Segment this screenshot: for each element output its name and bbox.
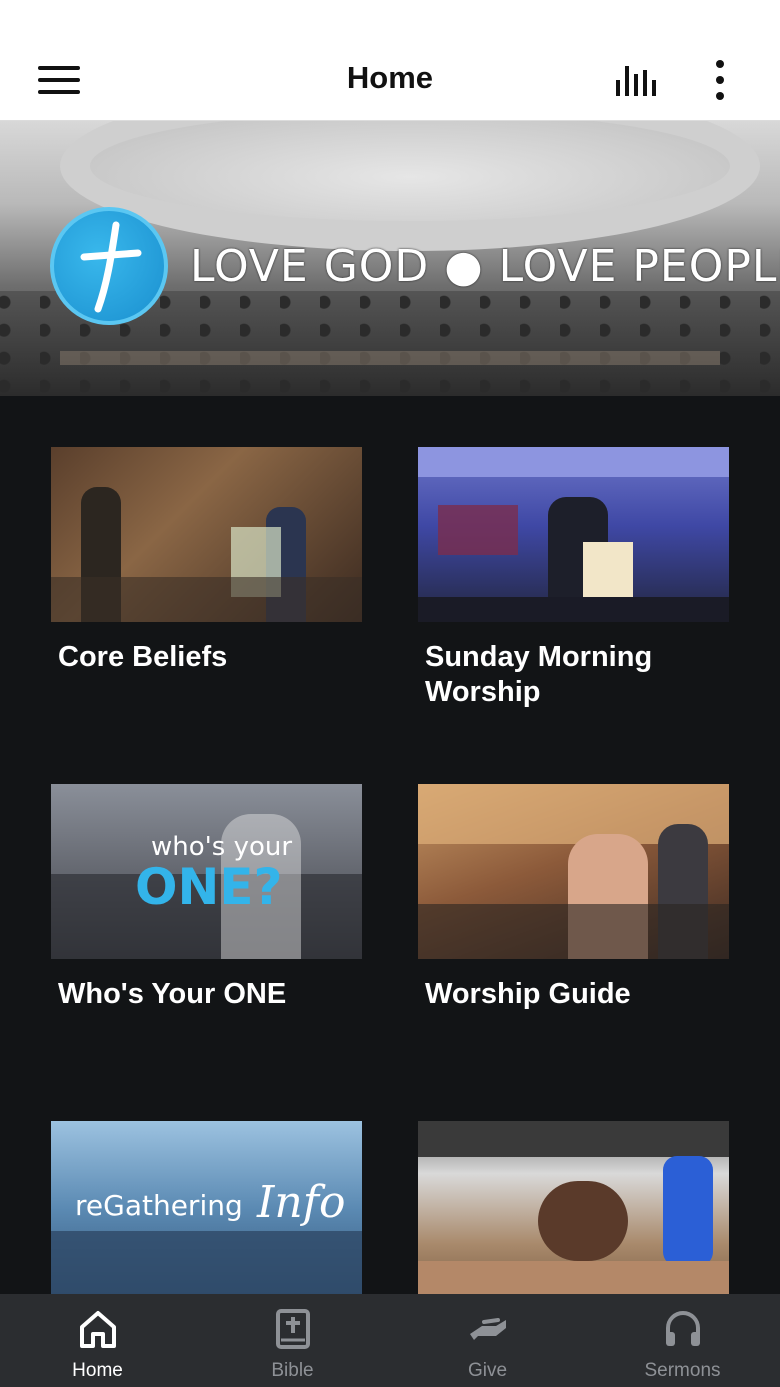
card-title: Who's Your ONE (58, 978, 287, 1010)
status-bar (0, 0, 780, 40)
card-image (418, 447, 729, 622)
app-bar: Home (0, 40, 780, 121)
tab-bible[interactable]: Bible (195, 1294, 390, 1387)
content-grid: Core Beliefs Sunday Morning Worship who'… (0, 396, 780, 1294)
card-image (51, 447, 362, 622)
equalizer-icon (616, 66, 656, 96)
thumb-overlay-text: reGathering (75, 1189, 243, 1222)
cross-icon (80, 221, 142, 313)
card-title: Core Beliefs (58, 641, 228, 673)
tab-give[interactable]: Give (390, 1294, 585, 1387)
hero-ceiling (60, 121, 760, 251)
card-image: who's your ONE? (51, 784, 362, 959)
card-image (418, 1121, 729, 1294)
hero-tagline: LOVE GOD ● LOVE PEOPLE (190, 241, 780, 292)
more-options-button[interactable] (702, 56, 738, 104)
card-image: reGathering Info (51, 1121, 362, 1294)
card-worship-guide[interactable]: Worship Guide (418, 784, 729, 1012)
church-logo (50, 207, 168, 325)
hero-banner[interactable]: LOVE GOD ● LOVE PEOPLE (0, 121, 780, 396)
card-whos-your-one[interactable]: who's your ONE? Who's Your ONE (51, 784, 362, 1012)
tab-label: Home (72, 1360, 123, 1381)
card-title: Worship Guide (425, 978, 631, 1010)
tab-label: Bible (271, 1360, 314, 1381)
more-vert-icon (716, 60, 724, 68)
tab-label: Give (467, 1360, 508, 1381)
card-regathering-info[interactable]: reGathering Info (51, 1121, 362, 1294)
card-image (418, 784, 729, 959)
thumb-overlay-text: ONE? (135, 858, 283, 916)
audio-player-button[interactable] (612, 60, 664, 102)
tab-home[interactable]: Home (0, 1294, 195, 1387)
home-icon (80, 1311, 116, 1348)
card-core-beliefs[interactable]: Core Beliefs (51, 447, 362, 675)
bottom-tab-bar: Home Bible Give Sermons (0, 1294, 780, 1387)
headphones-icon (666, 1311, 700, 1346)
card-sunday-morning-worship[interactable]: Sunday Morning Worship (418, 447, 729, 710)
card-water-well[interactable] (418, 1121, 729, 1294)
card-title: Sunday Morning Worship (425, 641, 653, 708)
thumb-overlay-text: Info (257, 1177, 346, 1228)
give-icon (470, 1318, 506, 1340)
tab-sermons[interactable]: Sermons (585, 1294, 780, 1387)
tab-label: Sermons (644, 1360, 721, 1381)
bible-icon (276, 1309, 310, 1349)
